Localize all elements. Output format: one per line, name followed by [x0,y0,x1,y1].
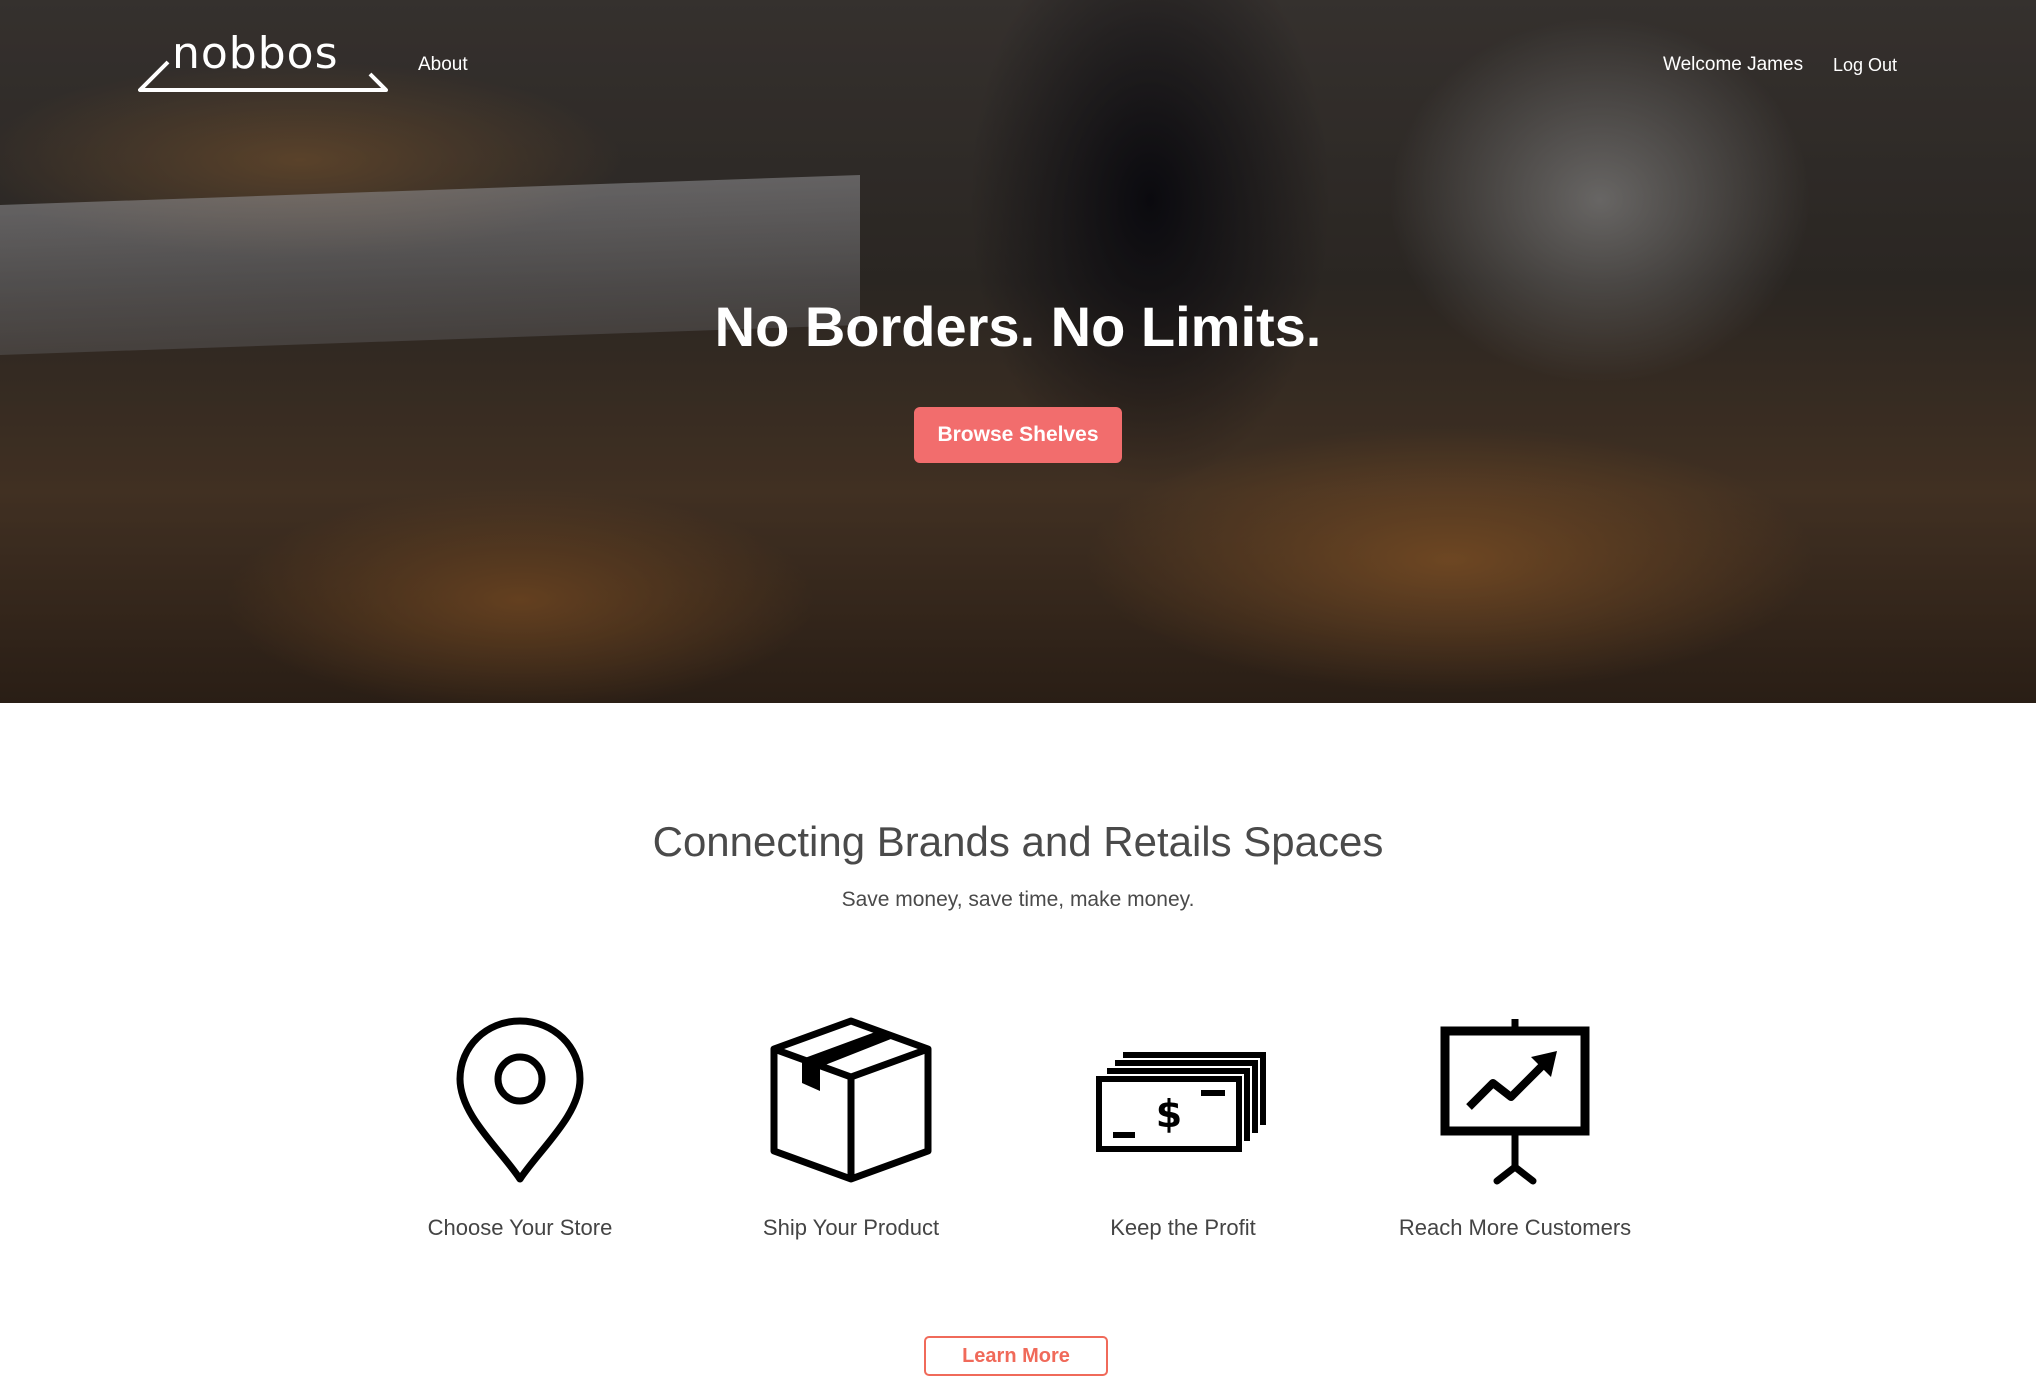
feature-keep-profit: $ Keep the Profit [1053,1015,1313,1241]
logout-link[interactable]: Log Out [1833,55,1897,76]
presentation-chart-icon [1440,1019,1590,1185]
nav-about-link[interactable]: About [418,54,468,76]
feature-ship-product: Ship Your Product [721,1015,981,1241]
svg-text:$: $ [1156,1092,1182,1136]
browse-shelves-button[interactable]: Browse Shelves [914,407,1122,463]
feature-choose-store: Choose Your Store [390,1015,650,1241]
feature-label: Keep the Profit [1110,1215,1256,1240]
welcome-user-link[interactable]: Welcome James [1663,54,1803,76]
feature-label: Choose Your Store [427,1215,613,1240]
map-pin-icon [456,1017,584,1183]
cash-icon: $ [1096,1052,1266,1152]
hero-banner: nobbos About Welcome James Log Out No Bo… [0,0,2036,703]
section-title: Connecting Brands and Retails Spaces [652,818,1384,865]
hero-title: No Borders. No Limits. [714,295,1322,358]
learn-more-button[interactable]: Learn More [924,1336,1108,1376]
logo[interactable]: nobbos [138,28,388,94]
section-subtitle: Save money, save time, make money. [841,888,1195,911]
feature-label: Reach More Customers [1398,1215,1632,1240]
box-icon [770,1017,932,1183]
feature-reach-customers: Reach More Customers [1385,1015,1645,1241]
feature-label: Ship Your Product [762,1215,940,1240]
logo-text: nobbos [172,28,339,79]
